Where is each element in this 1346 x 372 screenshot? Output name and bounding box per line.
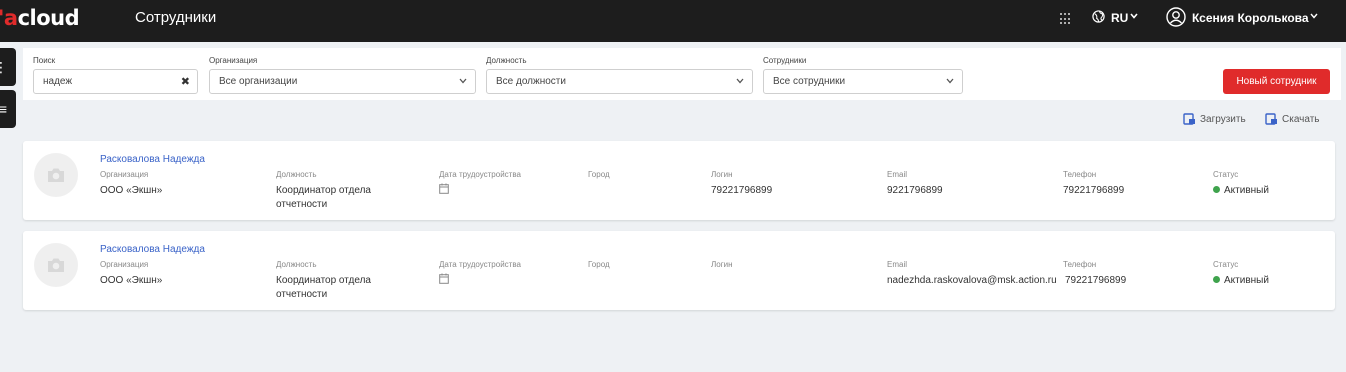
employees-select[interactable]: Все сотрудники [763,69,963,94]
position-value: Координатор отдела отчетности [276,185,371,210]
organization-label: Организация [209,56,258,65]
email-value: 9221796899 [887,185,943,196]
clear-search-icon[interactable]: ✖ [181,75,190,88]
employee-name-link[interactable]: Расковалова Надежда [100,154,205,165]
download-icon [1265,113,1277,125]
position-value: Координатор отдела отчетности [276,275,371,300]
employee-name-link[interactable]: Расковалова Надежда [100,244,205,255]
email-value: nadezhda.raskovalova@msk.action.ru [887,275,1057,286]
chevron-down-icon[interactable] [1130,13,1138,19]
side-list-toggle[interactable]: ≡ [0,90,16,128]
city-label: Город [588,170,610,179]
chevron-down-icon[interactable] [1310,13,1318,19]
position-label: Должность [276,260,317,269]
language-selector[interactable]: RU [1111,11,1128,25]
status-badge: Активный [1213,274,1269,288]
employee-card[interactable]: Расковалова Надежда Организация ООО «Экш… [23,141,1335,220]
upload-button[interactable]: Загрузить [1183,113,1246,125]
new-employee-button[interactable]: Новый сотрудник [1223,69,1330,94]
chevron-down-icon [946,78,954,84]
email-label: Email [887,260,908,269]
status-label: Статус [1213,260,1239,269]
organization-value: ООО «Экшн» [100,185,163,196]
download-button[interactable]: Скачать [1265,113,1320,125]
search-input[interactable]: надеж ✖ [33,69,198,94]
avatar [34,153,78,197]
chevron-down-icon [736,78,744,84]
position-label: Должность [486,56,527,65]
position-select[interactable]: Все должности [486,69,753,94]
side-menu-toggle[interactable]: ⋮ [0,48,16,86]
email-label: Email [887,170,908,179]
calendar-icon[interactable] [439,183,449,194]
apps-grid-icon[interactable] [1060,13,1072,25]
employees-label: Сотрудники [763,56,807,65]
status-label: Статус [1213,170,1239,179]
status-badge: Активный [1213,184,1269,198]
user-menu[interactable]: Ксения Королькова [1192,11,1309,25]
position-label: Должность [276,170,317,179]
camera-icon [48,168,64,182]
page-title: Сотрудники [135,9,217,26]
login-label: Логин [711,170,733,179]
status-dot-icon [1213,185,1220,193]
camera-icon [48,258,64,272]
organization-select[interactable]: Все организации [209,69,476,94]
phone-value: 79221796899 [1063,274,1127,288]
organization-label: Организация [100,170,149,179]
top-bar: 'acloud Сотрудники RU Ксения Королькова [0,0,1346,42]
calendar-icon[interactable] [439,273,449,284]
employee-card[interactable]: Расковалова Надежда Организация ООО «Экш… [23,231,1335,310]
status-dot-icon [1213,275,1220,283]
login-value: 79221796899 [711,185,773,196]
filter-panel: Поиск надеж ✖ Организация Все организаци… [23,48,1341,100]
app-logo[interactable]: 'acloud [0,6,80,30]
chevron-down-icon [459,78,467,84]
hire-date-label: Дата трудоустройства [439,170,521,179]
phone-label: Телефон [1063,260,1097,269]
upload-icon [1183,113,1195,125]
globe-icon[interactable] [1092,10,1105,23]
hire-date-label: Дата трудоустройства [439,260,521,269]
organization-label: Организация [100,260,149,269]
city-label: Город [588,260,610,269]
user-avatar-icon[interactable] [1166,7,1186,27]
organization-value: ООО «Экшн» [100,275,163,286]
phone-value: 79221796899 [1063,185,1125,196]
search-label: Поиск [33,56,56,65]
phone-label: Телефон [1063,170,1097,179]
login-label: Логин [711,260,733,269]
avatar [34,243,78,287]
